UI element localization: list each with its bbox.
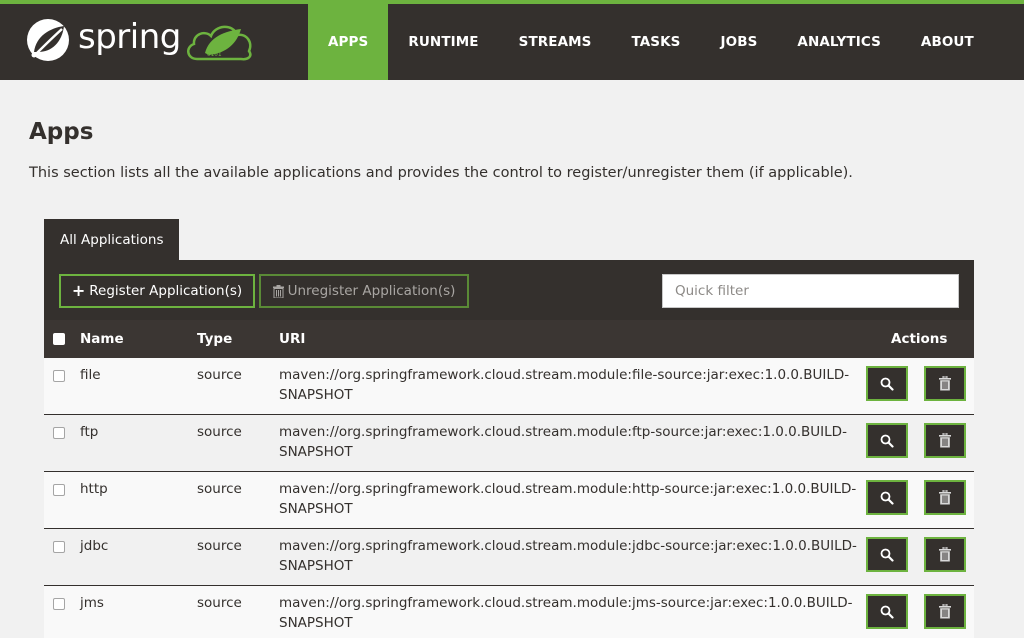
view-details-button[interactable] [866, 480, 908, 515]
view-details-button[interactable] [866, 594, 908, 629]
applications-panel: + Register Application(s) Unregister App… [44, 260, 974, 638]
app-type: source [197, 424, 242, 440]
nav-streams[interactable]: STREAMS [499, 4, 612, 80]
app-uri: maven://org.springframework.cloud.stream… [279, 481, 857, 517]
trash-icon [939, 376, 951, 391]
app-uri: maven://org.springframework.cloud.stream… [279, 367, 850, 403]
register-applications-button[interactable]: + Register Application(s) [59, 274, 255, 308]
cloud-data-flow-icon: 0101 [186, 25, 252, 61]
select-all-checkbox[interactable] [53, 333, 65, 345]
nav-runtime[interactable]: RUNTIME [388, 4, 498, 80]
page-title: Apps [29, 119, 94, 145]
row-checkbox[interactable] [53, 541, 65, 553]
nav-about[interactable]: ABOUT [901, 4, 994, 80]
plus-icon: + [71, 281, 86, 300]
column-header-name[interactable]: Name [80, 320, 124, 358]
row-checkbox[interactable] [53, 598, 65, 610]
unregister-app-button[interactable] [924, 537, 966, 572]
search-icon [880, 491, 894, 505]
search-icon [880, 377, 894, 391]
quick-filter-input[interactable] [662, 274, 959, 308]
trash-icon [939, 547, 951, 562]
table-row: jdbc source maven://org.springframework.… [44, 529, 974, 586]
column-header-actions: Actions [891, 331, 948, 347]
trash-icon [939, 604, 951, 619]
toolbar: + Register Application(s) Unregister App… [44, 260, 974, 320]
unregister-label: Unregister Application(s) [287, 283, 456, 299]
brand-name: spring [78, 17, 181, 57]
table-body: file source maven://org.springframework.… [44, 358, 974, 638]
app-uri: maven://org.springframework.cloud.stream… [279, 538, 857, 574]
table-row: jms source maven://org.springframework.c… [44, 586, 974, 638]
column-header-type[interactable]: Type [197, 320, 232, 358]
row-checkbox[interactable] [53, 427, 65, 439]
app-name: ftp [80, 424, 99, 440]
register-label: Register Application(s) [89, 283, 243, 299]
view-details-button[interactable] [866, 537, 908, 572]
page-description: This section lists all the available app… [29, 165, 853, 181]
nav-tasks[interactable]: TASKS [611, 4, 700, 80]
app-type: source [197, 367, 242, 383]
view-details-button[interactable] [866, 366, 908, 401]
search-icon [880, 605, 894, 619]
app-type: source [197, 481, 242, 497]
table-row: ftp source maven://org.springframework.c… [44, 415, 974, 472]
tab-all-applications[interactable]: All Applications [44, 219, 179, 261]
unregister-app-button[interactable] [924, 423, 966, 458]
row-checkbox[interactable] [53, 370, 65, 382]
spring-leaf-icon [27, 19, 69, 61]
nav-analytics[interactable]: ANALYTICS [777, 4, 900, 80]
table-header: Name Type URI Actions [44, 320, 974, 358]
unregister-app-button[interactable] [924, 594, 966, 629]
svg-text:0101: 0101 [207, 51, 222, 58]
table-row: http source maven://org.springframework.… [44, 472, 974, 529]
unregister-applications-button[interactable]: Unregister Application(s) [259, 274, 469, 308]
unregister-app-button[interactable] [924, 480, 966, 515]
app-uri: maven://org.springframework.cloud.stream… [279, 595, 853, 631]
row-checkbox[interactable] [53, 484, 65, 496]
main-nav: APPS RUNTIME STREAMS TASKS JOBS ANALYTIC… [308, 4, 994, 80]
spring-logo[interactable]: spring 0101 [24, 14, 264, 66]
column-header-uri[interactable]: URI [279, 320, 305, 358]
trash-icon [272, 284, 284, 298]
app-name: jms [80, 595, 104, 611]
trash-icon [939, 433, 951, 448]
search-icon [880, 434, 894, 448]
table-row: file source maven://org.springframework.… [44, 358, 974, 415]
trash-icon [939, 490, 951, 505]
top-header: spring 0101 APPS RUNTIME STREAMS TASKS J… [0, 0, 1024, 80]
app-name: file [80, 367, 101, 383]
app-name: http [80, 481, 108, 497]
app-type: source [197, 595, 242, 611]
search-icon [880, 548, 894, 562]
nav-jobs[interactable]: JOBS [701, 4, 778, 80]
nav-apps[interactable]: APPS [308, 4, 389, 80]
view-details-button[interactable] [866, 423, 908, 458]
app-name: jdbc [80, 538, 109, 554]
unregister-app-button[interactable] [924, 366, 966, 401]
app-type: source [197, 538, 242, 554]
app-uri: maven://org.springframework.cloud.stream… [279, 424, 847, 460]
